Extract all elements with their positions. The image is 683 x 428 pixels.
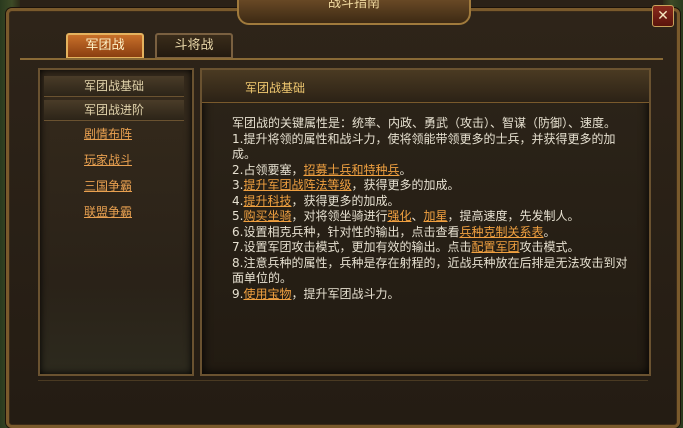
guide-item-3: 3.提升军团战阵法等级，获得更多的加成。 — [232, 178, 632, 194]
guide-item-5: 5.购买坐骑，对将领坐骑进行强化、加星，提高速度，先发制人。 — [232, 209, 632, 225]
guide-item-4: 4.提升科技，获得更多的加成。 — [232, 194, 632, 210]
guide-item-8: 8.注意兵种的属性，兵种是存在射程的，近战兵种放在后排是无法攻击到对面单位的。 — [232, 255, 628, 286]
guide-item-6: 6.设置相克兵种，针对性的输出，点击查看兵种克制关系表。 — [232, 225, 632, 241]
window-title: 战斗指南 — [327, 0, 380, 11]
sidebar-item-basics[interactable]: 军团战基础 — [44, 76, 184, 97]
guide-item-7: 7.设置军团攻击模式，更加有效的输出。点击配置军团攻击模式。 — [232, 240, 632, 256]
link-add-star[interactable]: 加星 — [424, 209, 448, 223]
link-configure-legion[interactable]: 配置军团 — [471, 240, 519, 254]
item-text: 。 — [543, 224, 556, 239]
item-text: 7.设置军团攻击模式，更加有效的输出。点击 — [232, 240, 472, 254]
content-header: 军团战基础 — [202, 70, 649, 103]
item-text: 3. — [232, 178, 244, 192]
sidebar-item-advanced[interactable]: 军团战进阶 — [44, 100, 184, 121]
guide-item-1: 1.提升将领的属性和战斗力，使将领能带领更多的士兵，并获得更多的加成。 — [232, 131, 616, 162]
link-counter-table[interactable]: 兵种克制关系表 — [459, 225, 543, 239]
window-footer — [38, 380, 648, 411]
link-buy-mount[interactable]: 购买坐骑 — [243, 209, 291, 223]
item-text: 9. — [232, 286, 244, 301]
link-recruit-soldiers[interactable]: 招募士兵和特种兵 — [303, 163, 399, 177]
item-text: ，对将领坐骑进行 — [291, 209, 388, 223]
guide-item-2: 2.占领要塞，招募士兵和特种兵。 — [232, 163, 632, 179]
guide-intro: 军团战的关键属性是：统率、内政、勇武（攻击）、智谋（防御）、速度。 — [232, 116, 617, 130]
sidebar-link-three-kingdoms[interactable]: 三国争霸 — [84, 178, 132, 194]
item-text: 、 — [411, 209, 424, 223]
close-button[interactable]: ✕ — [652, 5, 674, 27]
sidebar-link-alliance[interactable]: 联盟争霸 — [84, 204, 132, 220]
guide-content-panel: 军团战基础 军团战的关键属性是：统率、内政、勇武（攻击）、智谋（防御）、速度。 … — [200, 68, 651, 376]
item-text: ，提高速度，先发制人。 — [447, 209, 580, 223]
guide-body: 军团战的关键属性是：统率、内政、勇武（攻击）、智谋（防御）、速度。 1.提升将领… — [232, 116, 632, 302]
item-text: 4. — [232, 193, 244, 208]
sidebar-link-story-formation[interactable]: 剧情布阵 — [84, 126, 132, 142]
link-upgrade-formation[interactable]: 提升军团战阵法等级 — [243, 178, 351, 192]
tab-divider — [20, 58, 663, 60]
item-text: 2.占领要塞， — [232, 162, 304, 177]
content-title: 军团战基础 — [245, 81, 306, 95]
link-upgrade-tech[interactable]: 提升科技 — [243, 194, 291, 208]
guide-item-9: 9.使用宝物，提升军团战斗力。 — [232, 287, 632, 303]
item-text: 。 — [399, 162, 412, 177]
tab-general-duel[interactable]: 斗将战 — [155, 33, 233, 59]
guide-sidebar: 军团战基础 军团战进阶 剧情布阵 玩家战斗 三国争霸 联盟争霸 — [38, 68, 194, 376]
battle-guide-window: 战斗指南 ✕ 军团战 斗将战 军团战基础 军团战进阶 剧情布阵 玩家战斗 三国争… — [0, 0, 683, 428]
item-text: ，提升军团战斗力。 — [291, 286, 400, 301]
tab-legion-battle[interactable]: 军团战 — [66, 33, 144, 59]
sidebar-link-player-battle[interactable]: 玩家战斗 — [84, 152, 132, 168]
item-text: 5. — [232, 209, 244, 223]
item-text: ，获得更多的加成。 — [351, 178, 460, 192]
link-enhance[interactable]: 强化 — [387, 209, 411, 223]
link-use-treasure[interactable]: 使用宝物 — [243, 287, 291, 301]
item-text: 攻击模式。 — [519, 240, 580, 254]
close-icon: ✕ — [657, 8, 669, 24]
item-text: 6.设置相克兵种，针对性的输出，点击查看 — [232, 224, 460, 239]
title-plate: 战斗指南 — [237, 0, 471, 25]
item-text: ，获得更多的加成。 — [291, 193, 400, 208]
